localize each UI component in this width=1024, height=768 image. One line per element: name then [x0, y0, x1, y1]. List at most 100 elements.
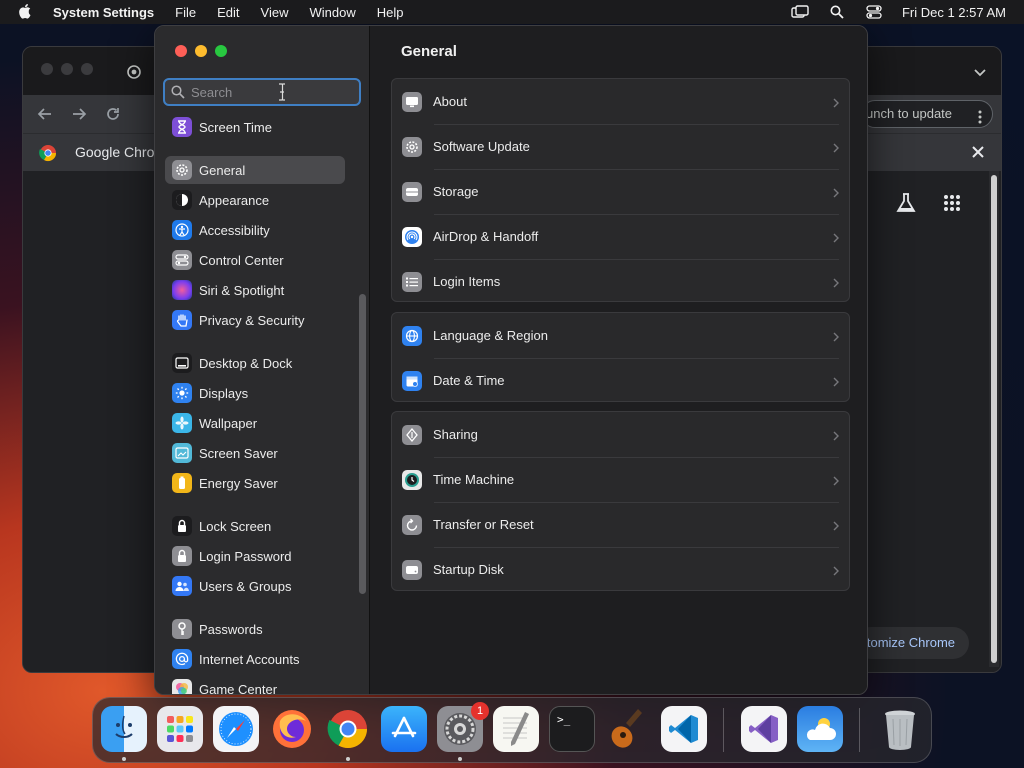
dock-visual-studio-icon[interactable]: [741, 706, 787, 752]
users-icon: [172, 576, 192, 596]
chrome-tab-favicon-icon: [127, 65, 141, 79]
dock-system-settings-icon[interactable]: 1: [437, 702, 489, 752]
sidebar-item-general[interactable]: General: [165, 156, 345, 184]
scroll-thumb[interactable]: [991, 175, 997, 663]
row-about[interactable]: About: [392, 79, 849, 124]
customize-chrome-button[interactable]: tomize Chrome: [854, 627, 969, 659]
google-apps-grid-icon[interactable]: [943, 194, 961, 212]
dock-launchpad-icon[interactable]: [157, 706, 203, 752]
sidebar-item-lock-screen[interactable]: Lock Screen: [165, 512, 345, 540]
dock-guitar-icon[interactable]: [605, 706, 651, 752]
minimize-button[interactable]: [195, 45, 207, 57]
zoom-button[interactable]: [81, 63, 93, 75]
dock-firefox-icon[interactable]: [269, 706, 315, 752]
sidebar-item-appearance[interactable]: Appearance: [165, 186, 345, 214]
sidebar-item-login-password[interactable]: Login Password: [165, 542, 345, 570]
close-icon[interactable]: [971, 145, 985, 159]
settings-sidebar: Screen Time General Appearance Accessibi…: [155, 26, 370, 694]
sidebar-item-energy-saver[interactable]: Energy Saver: [165, 469, 345, 497]
spotlight-search-icon[interactable]: [828, 5, 846, 19]
menu-window[interactable]: Window: [309, 5, 355, 20]
reload-icon[interactable]: [105, 106, 121, 122]
dock-weather-icon[interactable]: [797, 706, 843, 752]
sidebar-item-wallpaper[interactable]: Wallpaper: [165, 409, 345, 437]
row-sharing[interactable]: Sharing: [392, 412, 849, 457]
row-transfer-reset[interactable]: Transfer or Reset: [392, 502, 849, 547]
row-date-time[interactable]: Date & Time: [392, 358, 849, 403]
accessibility-icon: [172, 220, 192, 240]
labs-flask-icon[interactable]: [895, 192, 917, 214]
dock-terminal-icon[interactable]: >_: [549, 706, 595, 752]
sidebar-item-siri-spotlight[interactable]: Siri & Spotlight: [165, 276, 345, 304]
apple-menu-icon[interactable]: [19, 4, 37, 20]
minimize-button[interactable]: [61, 63, 73, 75]
lock-icon: [172, 546, 192, 566]
row-label: Software Update: [433, 139, 530, 154]
back-arrow-icon[interactable]: [37, 106, 53, 122]
chrome-update-chip[interactable]: unch to update: [861, 100, 993, 128]
row-label: AirDrop & Handoff: [433, 229, 539, 244]
infobar-title: Google Chron: [75, 144, 163, 160]
dock-safari-icon[interactable]: [213, 706, 259, 752]
chevron-right-icon: [833, 330, 839, 342]
page-title: General: [401, 43, 457, 60]
sidebar-item-screen-time[interactable]: Screen Time: [165, 113, 345, 141]
chevron-down-icon[interactable]: [973, 65, 987, 77]
screen-mirroring-icon[interactable]: [791, 5, 809, 19]
sidebar-item-screen-saver[interactable]: Screen Saver: [165, 439, 345, 467]
reset-icon: [402, 514, 422, 535]
row-airdrop-handoff[interactable]: AirDrop & Handoff: [392, 214, 849, 259]
sidebar-item-internet-accounts[interactable]: Internet Accounts: [165, 645, 345, 673]
sun-icon: [172, 383, 192, 403]
sidebar-item-label: Screen Time: [199, 119, 272, 135]
kebab-menu-icon[interactable]: [978, 107, 982, 124]
app-name-menu[interactable]: System Settings: [53, 5, 154, 20]
search-field[interactable]: [163, 78, 361, 106]
menu-bar-clock[interactable]: Fri Dec 1 2:57 AM: [902, 5, 1006, 20]
forward-arrow-icon[interactable]: [71, 106, 87, 122]
menu-edit[interactable]: Edit: [217, 5, 239, 20]
chrome-scrollbar[interactable]: [989, 171, 999, 667]
chevron-right-icon: [833, 519, 839, 531]
menu-file[interactable]: File: [175, 5, 196, 20]
sidebar-item-displays[interactable]: Displays: [165, 379, 345, 407]
game-center-icon: [172, 679, 192, 694]
control-center-icon[interactable]: [865, 5, 883, 19]
close-button[interactable]: [175, 45, 187, 57]
row-software-update[interactable]: Software Update: [392, 124, 849, 169]
row-time-machine[interactable]: Time Machine: [392, 457, 849, 502]
settings-main-pane: General About Software Update Storage Ai…: [371, 26, 867, 694]
row-login-items[interactable]: Login Items: [392, 259, 849, 304]
menu-view[interactable]: View: [261, 5, 289, 20]
row-storage[interactable]: Storage: [392, 169, 849, 214]
sidebar-scrollbar[interactable]: [359, 294, 366, 594]
terminal-prompt: >_: [557, 713, 571, 726]
dock-textedit-icon[interactable]: [493, 706, 539, 752]
google-chrome-logo-icon: [39, 144, 57, 162]
sidebar-item-desktop-dock[interactable]: Desktop & Dock: [165, 349, 345, 377]
dock-chrome-icon[interactable]: [325, 706, 371, 752]
sidebar-item-accessibility[interactable]: Accessibility: [165, 216, 345, 244]
row-language-region[interactable]: Language & Region: [392, 313, 849, 358]
dock-app-store-icon[interactable]: [381, 706, 427, 752]
sidebar-item-game-center[interactable]: Game Center: [165, 675, 345, 694]
chevron-right-icon: [833, 96, 839, 108]
row-label: About: [433, 94, 467, 109]
sidebar-item-control-center[interactable]: Control Center: [165, 246, 345, 274]
zoom-button[interactable]: [215, 45, 227, 57]
sidebar-item-label: Energy Saver: [199, 475, 278, 491]
sidebar-item-privacy-security[interactable]: Privacy & Security: [165, 306, 345, 334]
dock-vscode-icon[interactable]: [661, 706, 707, 752]
chevron-right-icon: [833, 141, 839, 153]
sidebar-item-label: Login Password: [199, 548, 292, 564]
chevron-right-icon: [833, 474, 839, 486]
close-button[interactable]: [41, 63, 53, 75]
dock-finder-icon[interactable]: [101, 706, 147, 752]
sidebar-item-users-groups[interactable]: Users & Groups: [165, 572, 345, 600]
dock-trash-icon[interactable]: [877, 706, 923, 752]
menu-help[interactable]: Help: [377, 5, 404, 20]
row-startup-disk[interactable]: Startup Disk: [392, 547, 849, 592]
settings-group-locale: Language & Region Date & Time: [391, 312, 850, 402]
search-input[interactable]: [191, 84, 351, 100]
sidebar-item-passwords[interactable]: Passwords: [165, 615, 345, 643]
